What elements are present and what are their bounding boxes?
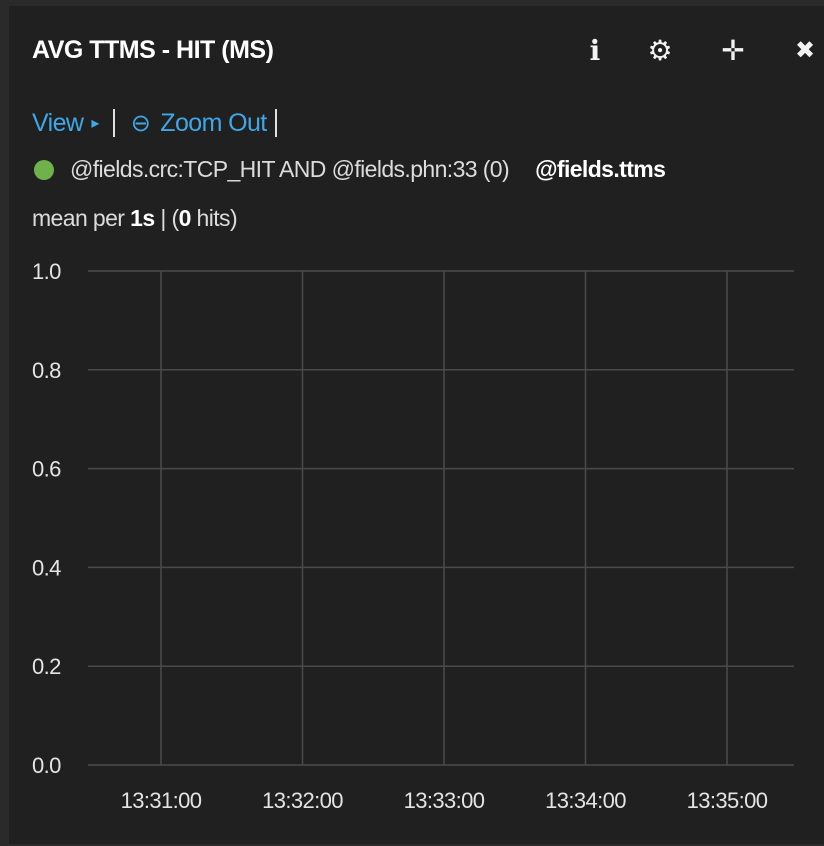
x-tick-label: 13:34:00: [545, 788, 626, 813]
y-tick-label: 0.4: [32, 555, 61, 580]
panel-toolbar: View ▸ ⊖ Zoom Out: [32, 106, 293, 140]
move-icon[interactable]: ✛: [718, 35, 748, 66]
stats-line: mean per 1s | (0 hits): [32, 205, 238, 232]
y-tick-label: 0.6: [32, 457, 61, 482]
chart-plot[interactable]: 1.0 0.8 0.6 0.4 0.2 0.0 13:31:00 13:32:00 13:33:…: [0, 240, 824, 840]
info-icon[interactable]: ℹ: [580, 35, 610, 66]
y-tick-label: 0.2: [32, 654, 61, 679]
gear-icon[interactable]: ⚙: [645, 35, 675, 66]
y-tick-label: 1.0: [32, 259, 61, 284]
x-tick-label: 13:31:00: [121, 788, 202, 813]
stats-prefix: mean per: [32, 205, 131, 231]
stats-hits: 0: [178, 205, 192, 231]
zoom-out-button[interactable]: ⊖ Zoom Out: [131, 109, 267, 138]
zoom-out-icon: ⊖: [130, 109, 151, 137]
y-tick-label: 0.0: [32, 753, 61, 778]
y-tick-label: 0.8: [32, 358, 61, 383]
zoom-out-label: Zoom Out: [160, 108, 267, 137]
panel-title: AVG TTMS - HIT (MS): [32, 36, 274, 64]
view-label: View: [32, 108, 84, 137]
legend: @fields.crc:TCP_HIT AND @fields.phn:33 (…: [34, 156, 666, 183]
x-tick-label: 13:35:00: [687, 788, 768, 813]
toolbar-divider: [112, 109, 115, 137]
stats-suffix: hits): [190, 205, 238, 231]
x-tick-label: 13:33:00: [404, 788, 485, 813]
close-icon[interactable]: ✖: [790, 35, 820, 65]
caret-right-icon: ▸: [91, 115, 99, 132]
series-color-dot[interactable]: [34, 159, 54, 180]
view-menu[interactable]: View ▸: [32, 109, 99, 138]
x-tick-label: 13:32:00: [262, 788, 343, 813]
stats-interval: 1s: [130, 205, 155, 231]
toolbar-divider: [274, 109, 277, 137]
legend-field: @fields.ttms: [535, 156, 666, 182]
stats-middle: | (: [154, 205, 179, 231]
legend-query: @fields.crc:TCP_HIT AND @fields.phn:33 (…: [70, 156, 510, 182]
